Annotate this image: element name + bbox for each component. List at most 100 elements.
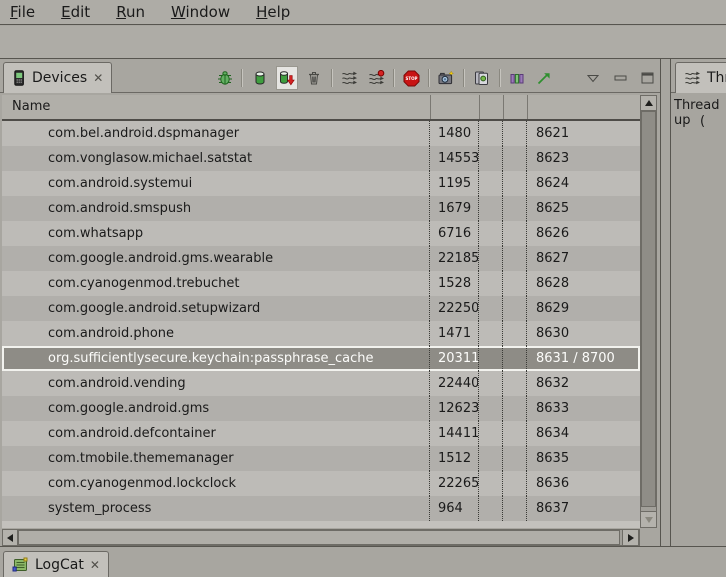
method-profiling-icon: [368, 70, 385, 86]
panel-border: [660, 59, 661, 546]
update-threads-icon: [341, 70, 358, 86]
dump-hprof-button[interactable]: [276, 66, 297, 90]
table-row[interactable]: com.whatsapp67168626: [2, 221, 640, 246]
column-divider[interactable]: [527, 95, 528, 119]
cell-name: com.vonglasow.michael.satstat: [2, 146, 430, 171]
maximize-button[interactable]: [637, 66, 658, 90]
cell-port: 8623: [527, 146, 640, 171]
menu-window[interactable]: Window: [171, 3, 230, 21]
table-row[interactable]: com.android.systemui11958624: [2, 171, 640, 196]
vertical-scrollbar-thumb[interactable]: [641, 111, 656, 507]
table-row-selected[interactable]: org.sufficientlysecure.keychain:passphra…: [2, 346, 640, 371]
toolbar-separator: [331, 69, 333, 87]
minimize-button[interactable]: [610, 66, 631, 90]
cell-pid: 964: [430, 496, 479, 521]
cell-port: 8636: [527, 471, 640, 496]
column-divider[interactable]: [479, 95, 480, 119]
cell-e1: [479, 146, 503, 171]
tab-devices[interactable]: Devices ✕: [3, 62, 112, 93]
column-divider[interactable]: [430, 95, 431, 119]
table-empty-area: [2, 521, 640, 528]
cell-e1: [479, 371, 503, 396]
cell-e1: [479, 271, 503, 296]
stop-process-icon: STOP: [403, 70, 420, 87]
cell-e1: [479, 321, 503, 346]
tab-threads[interactable]: Threads: [675, 62, 726, 93]
cell-port: 8632: [527, 371, 640, 396]
table-row[interactable]: com.cyanogenmod.trebuchet15288628: [2, 271, 640, 296]
method-profiling-button[interactable]: [366, 66, 387, 90]
cell-port: 8624: [527, 171, 640, 196]
phone-icon: [12, 70, 26, 86]
scroll-down-button[interactable]: [640, 511, 657, 528]
cell-name: com.cyanogenmod.trebuchet: [2, 271, 430, 296]
screen-capture-button[interactable]: [436, 66, 457, 90]
update-heap-button[interactable]: [249, 66, 270, 90]
sysinfo-bars-button[interactable]: [507, 66, 528, 90]
update-threads-button[interactable]: [339, 66, 360, 90]
cell-pid: 20311: [430, 346, 479, 371]
table-row[interactable]: com.tmobile.thememanager15128635: [2, 446, 640, 471]
cell-e2: [503, 171, 527, 196]
systrace-arrow-icon: [536, 70, 552, 86]
cell-pid: 14553: [430, 146, 479, 171]
cell-e2: [503, 371, 527, 396]
table-row[interactable]: system_process9648637: [2, 496, 640, 521]
scroll-left-button[interactable]: [2, 529, 18, 546]
process-table: com.bel.android.dspmanager14808621com.vo…: [2, 121, 640, 521]
cell-e1: [479, 421, 503, 446]
cell-port: 8630: [527, 321, 640, 346]
table-row[interactable]: com.google.android.gms.wearable221858627: [2, 246, 640, 271]
cell-e2: [503, 471, 527, 496]
cell-e2: [503, 346, 527, 371]
table-row[interactable]: com.vonglasow.michael.satstat14553 8623: [2, 146, 640, 171]
cell-name: system_process: [2, 496, 430, 521]
cause-gc-button[interactable]: [304, 66, 325, 90]
stop-process-button[interactable]: STOP: [401, 66, 422, 90]
devices-toolbar: STOP: [214, 64, 658, 92]
cell-name: com.whatsapp: [2, 221, 430, 246]
multi-screen-capture-icon: [474, 70, 491, 86]
cell-port: 8621: [527, 121, 640, 146]
toolbar-spacer: [561, 78, 576, 79]
cell-port: 8635: [527, 446, 640, 471]
table-row[interactable]: com.google.android.gms126238633: [2, 396, 640, 421]
cell-pid: 1679: [430, 196, 479, 221]
scroll-up-button[interactable]: [640, 95, 657, 111]
menu-run[interactable]: Run: [116, 3, 145, 21]
table-row[interactable]: com.google.android.setupwizard222508629: [2, 296, 640, 321]
horizontal-scrollbar-thumb[interactable]: [18, 530, 620, 545]
menu-file[interactable]: File: [10, 3, 35, 21]
view-menu-button[interactable]: [582, 66, 603, 90]
close-icon[interactable]: ✕: [90, 559, 100, 571]
menu-edit[interactable]: Edit: [61, 3, 90, 21]
systrace-arrow-button[interactable]: [534, 66, 555, 90]
cell-name: com.android.vending: [2, 371, 430, 396]
table-row[interactable]: com.android.defcontainer144118634: [2, 421, 640, 446]
cell-e2: [503, 421, 527, 446]
cell-name: com.android.smspush: [2, 196, 430, 221]
table-row[interactable]: com.android.vending224408632: [2, 371, 640, 396]
table-row[interactable]: com.cyanogenmod.lockclock222658636: [2, 471, 640, 496]
table-row[interactable]: com.bel.android.dspmanager14808621: [2, 121, 640, 146]
scroll-right-button[interactable]: [622, 529, 639, 546]
cell-e2: [503, 146, 527, 171]
cell-e2: [503, 121, 527, 146]
table-row[interactable]: com.android.phone14718630: [2, 321, 640, 346]
close-icon[interactable]: ✕: [93, 72, 103, 84]
cell-e1: [479, 171, 503, 196]
tab-logcat[interactable]: LogCat ✕: [3, 551, 109, 577]
threads-icon: [684, 70, 701, 86]
cell-pid: 1195: [430, 171, 479, 196]
toolbar-separator: [499, 69, 501, 87]
multi-screen-capture-button[interactable]: [471, 66, 492, 90]
cell-port: 8625: [527, 196, 640, 221]
menu-help[interactable]: Help: [256, 3, 290, 21]
cell-e1: [479, 246, 503, 271]
column-divider[interactable]: [503, 95, 504, 119]
debug-attach-button[interactable]: [214, 66, 235, 90]
threads-message-line2: (: [700, 114, 705, 129]
cell-name: com.tmobile.thememanager: [2, 446, 430, 471]
table-row[interactable]: com.android.smspush1679 8625: [2, 196, 640, 221]
column-header-name[interactable]: Name: [2, 99, 50, 114]
